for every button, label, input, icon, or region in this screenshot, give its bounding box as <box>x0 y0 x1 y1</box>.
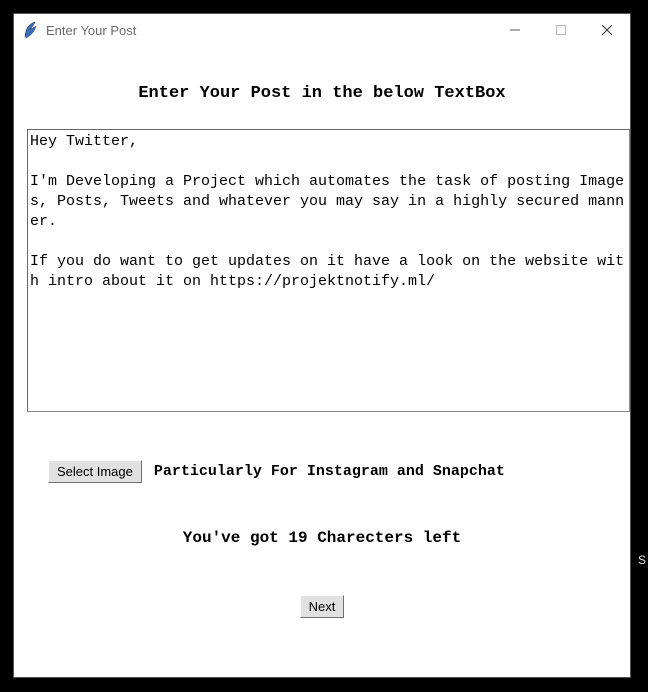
maximize-button[interactable] <box>538 14 584 46</box>
window-title: Enter Your Post <box>46 23 492 38</box>
client-area: Enter Your Post in the below TextBox Sel… <box>14 46 630 677</box>
next-button-wrap: Next <box>300 595 345 618</box>
post-textbox[interactable] <box>27 129 630 412</box>
app-window: Enter Your Post Enter Your Post in the b… <box>13 13 631 678</box>
select-image-row: Select Image Particularly For Instagram … <box>14 460 505 483</box>
tk-feather-icon <box>22 20 38 40</box>
window-controls <box>492 14 630 46</box>
select-image-hint: Particularly For Instagram and Snapchat <box>154 463 505 480</box>
page-heading: Enter Your Post in the below TextBox <box>138 84 505 103</box>
titlebar: Enter Your Post <box>14 14 630 46</box>
close-button[interactable] <box>584 14 630 46</box>
next-button[interactable]: Next <box>300 595 345 618</box>
stray-character: S <box>638 553 646 567</box>
minimize-button[interactable] <box>492 14 538 46</box>
select-image-button[interactable]: Select Image <box>48 460 142 483</box>
characters-left-label: You've got 19 Charecters left <box>183 529 461 547</box>
